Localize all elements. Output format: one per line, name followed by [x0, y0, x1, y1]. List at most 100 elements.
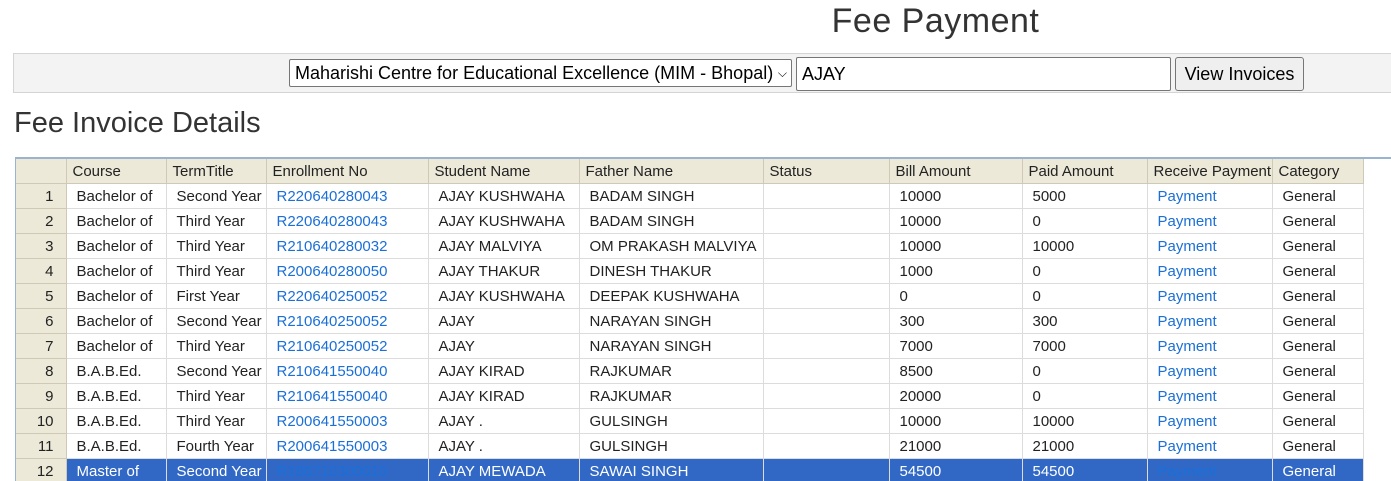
paid-amount-cell: 10000 [1022, 408, 1148, 434]
institute-select[interactable]: Maharishi Centre for Educational Excelle… [289, 59, 792, 87]
student-name-cell: AJAY KIRAD [428, 358, 580, 384]
student-name-cell: AJAY [428, 308, 580, 334]
father-name-cell: OM PRAKASH MALVIYA [579, 233, 764, 259]
payment-link[interactable]: Payment [1147, 233, 1273, 259]
enrollment-link[interactable]: R186710300010 [266, 458, 429, 481]
table-row[interactable]: 2 Bachelor of Third Year R220640280043 AJAY … [16, 208, 1364, 234]
paid-amount-cell: 0 [1022, 383, 1148, 409]
payment-link[interactable]: Payment [1147, 308, 1273, 334]
enrollment-link[interactable]: R210641550040 [266, 383, 429, 409]
paid-amount-cell: 54500 [1022, 458, 1148, 481]
table-row[interactable]: 4 Bachelor of Third Year R200640280050 AJAY … [16, 258, 1364, 284]
payment-link[interactable]: Payment [1147, 183, 1273, 209]
row-number: 4 [16, 258, 67, 284]
enrollment-link[interactable]: R200641550003 [266, 408, 429, 434]
student-name-cell: AJAY THAKUR [428, 258, 580, 284]
student-name-cell: AJAY MEWADA [428, 458, 580, 481]
bill-amount-cell: 10000 [889, 183, 1023, 209]
father-name-cell: NARAYAN SINGH [579, 308, 764, 334]
bill-amount-cell: 7000 [889, 333, 1023, 359]
term-cell: Second Year [166, 308, 267, 334]
enrollment-link[interactable]: R220640280043 [266, 183, 429, 209]
column-header[interactable]: Receive Payment [1147, 159, 1273, 184]
search-input[interactable]: AJAY [796, 57, 1171, 91]
payment-link[interactable]: Payment [1147, 283, 1273, 309]
enrollment-link[interactable]: R210641550040 [266, 358, 429, 384]
father-name-cell: DEEPAK KUSHWAHA [579, 283, 764, 309]
student-name-cell: AJAY . [428, 433, 580, 459]
course-cell: B.A.B.Ed. [66, 383, 167, 409]
invoice-grid: Course TermTitle Enrollment No Student N… [15, 157, 1391, 481]
bill-amount-cell: 10000 [889, 208, 1023, 234]
enrollment-link[interactable]: R220640280043 [266, 208, 429, 234]
enrollment-link[interactable]: R220640250052 [266, 283, 429, 309]
course-cell: Bachelor of [66, 333, 167, 359]
course-cell: Bachelor of [66, 308, 167, 334]
column-header[interactable]: Enrollment No [266, 159, 429, 184]
enrollment-link[interactable]: R210640250052 [266, 308, 429, 334]
table-row[interactable]: 3 Bachelor of Third Year R210640280032 AJAY … [16, 233, 1364, 259]
term-cell: Third Year [166, 233, 267, 259]
column-header[interactable]: Course [66, 159, 167, 184]
enrollment-link[interactable]: R200641550003 [266, 433, 429, 459]
table-row[interactable]: 7 Bachelor of Third Year R210640250052 AJAY N… [16, 333, 1364, 359]
category-cell: General [1272, 433, 1364, 459]
bill-amount-cell: 8500 [889, 358, 1023, 384]
payment-link[interactable]: Payment [1147, 383, 1273, 409]
term-cell: Second Year [166, 183, 267, 209]
payment-link[interactable]: Payment [1147, 358, 1273, 384]
father-name-cell: GULSINGH [579, 433, 764, 459]
category-cell: General [1272, 333, 1364, 359]
payment-link[interactable]: Payment [1147, 408, 1273, 434]
payment-link[interactable]: Payment [1147, 433, 1273, 459]
father-name-cell: NARAYAN SINGH [579, 333, 764, 359]
status-cell [763, 458, 890, 481]
table-row[interactable]: 8 B.A.B.Ed. Second Year R210641550040 AJAY K… [16, 358, 1364, 384]
column-header[interactable]: Bill Amount [889, 159, 1023, 184]
paid-amount-cell: 21000 [1022, 433, 1148, 459]
table-row[interactable]: 9 B.A.B.Ed. Third Year R210641550040 AJAY KI… [16, 383, 1364, 409]
view-invoices-button[interactable]: View Invoices [1175, 57, 1304, 91]
category-cell: General [1272, 208, 1364, 234]
table-row[interactable]: 1 Bachelor of Second Year R220640280043 AJAY… [16, 183, 1364, 209]
status-cell [763, 383, 890, 409]
student-name-cell: AJAY KIRAD [428, 383, 580, 409]
column-header[interactable]: Category [1272, 159, 1364, 184]
course-cell: Master of [66, 458, 167, 481]
column-header[interactable]: TermTitle [166, 159, 267, 184]
column-header[interactable]: Father Name [579, 159, 764, 184]
payment-link[interactable]: Payment [1147, 208, 1273, 234]
status-cell [763, 258, 890, 284]
column-header[interactable]: Student Name [428, 159, 580, 184]
row-number: 5 [16, 283, 67, 309]
father-name-cell: BADAM SINGH [579, 183, 764, 209]
payment-link[interactable]: Payment [1147, 333, 1273, 359]
table-row[interactable]: 6 Bachelor of Second Year R210640250052 AJAY… [16, 308, 1364, 334]
enrollment-link[interactable]: R210640280032 [266, 233, 429, 259]
term-cell: Third Year [166, 383, 267, 409]
column-header[interactable]: Status [763, 159, 890, 184]
status-cell [763, 333, 890, 359]
enrollment-link[interactable]: R210640250052 [266, 333, 429, 359]
status-cell [763, 283, 890, 309]
payment-link[interactable]: Payment [1147, 458, 1273, 481]
term-cell: First Year [166, 283, 267, 309]
bill-amount-cell: 0 [889, 283, 1023, 309]
bill-amount-cell: 300 [889, 308, 1023, 334]
table-row[interactable]: 12 Master of Second Year R186710300010 AJAY … [16, 458, 1364, 481]
corner-header [16, 159, 67, 184]
row-number: 12 [16, 458, 67, 481]
paid-amount-cell: 0 [1022, 258, 1148, 284]
column-header[interactable]: Paid Amount [1022, 159, 1148, 184]
payment-link[interactable]: Payment [1147, 258, 1273, 284]
table-row[interactable]: 11 B.A.B.Ed. Fourth Year R200641550003 AJAY … [16, 433, 1364, 459]
table-row[interactable]: 10 B.A.B.Ed. Third Year R200641550003 AJAY .… [16, 408, 1364, 434]
father-name-cell: GULSINGH [579, 408, 764, 434]
category-cell: General [1272, 358, 1364, 384]
bill-amount-cell: 20000 [889, 383, 1023, 409]
term-cell: Third Year [166, 408, 267, 434]
status-cell [763, 358, 890, 384]
paid-amount-cell: 5000 [1022, 183, 1148, 209]
enrollment-link[interactable]: R200640280050 [266, 258, 429, 284]
table-row[interactable]: 5 Bachelor of First Year R220640250052 AJAY … [16, 283, 1364, 309]
